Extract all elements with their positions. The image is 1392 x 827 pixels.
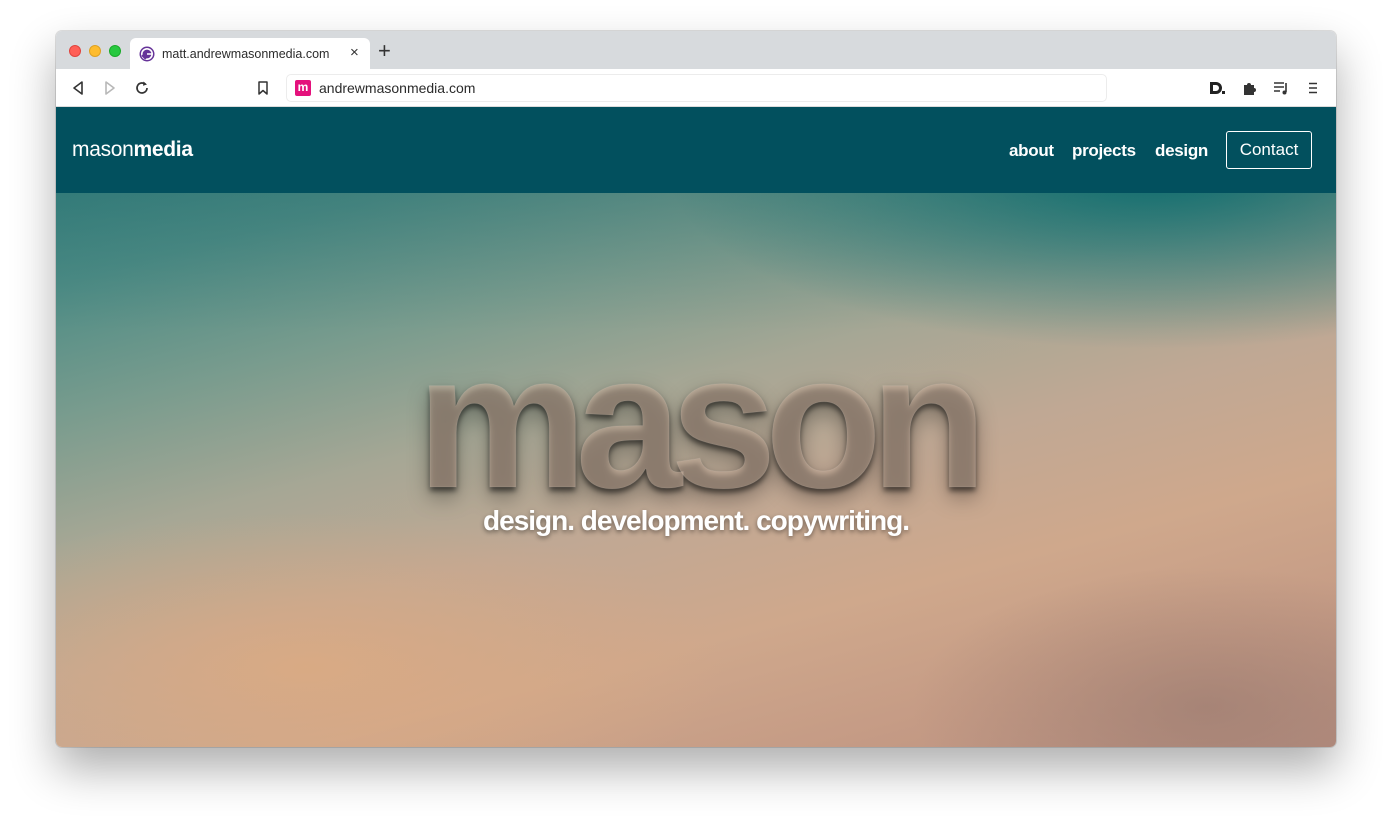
- media-queue-icon[interactable]: [1272, 79, 1290, 97]
- browser-window: matt.andrewmasonmedia.com × + m andrewma…: [56, 31, 1336, 747]
- puzzle-icon[interactable]: [1241, 79, 1259, 97]
- minimize-window-button[interactable]: [89, 45, 101, 57]
- browser-toolbar: m andrewmasonmedia.com: [56, 69, 1336, 107]
- tab-close-icon[interactable]: ×: [350, 45, 359, 61]
- nav-link-projects[interactable]: projects: [1072, 141, 1136, 161]
- page-viewport: masonmedia about projects design Contact…: [56, 107, 1336, 747]
- address-bar[interactable]: m andrewmasonmedia.com: [286, 74, 1107, 102]
- gatsby-icon: [139, 46, 155, 62]
- logo-text-bold: media: [133, 138, 194, 161]
- tab-strip: matt.andrewmasonmedia.com × +: [56, 31, 1336, 69]
- maximize-window-button[interactable]: [109, 45, 121, 57]
- forward-icon[interactable]: [101, 79, 119, 97]
- back-icon[interactable]: [69, 79, 87, 97]
- reload-icon[interactable]: [133, 79, 151, 97]
- logo-text-light: mason: [72, 138, 134, 161]
- close-window-button[interactable]: [69, 45, 81, 57]
- tab-title: matt.andrewmasonmedia.com: [162, 47, 330, 61]
- site-navbar: masonmedia about projects design Contact: [56, 107, 1336, 193]
- new-tab-button[interactable]: +: [378, 40, 391, 62]
- hero-headline: mason: [416, 313, 988, 528]
- contact-button[interactable]: Contact: [1226, 131, 1312, 169]
- browser-tab[interactable]: matt.andrewmasonmedia.com ×: [130, 38, 370, 69]
- site-logo[interactable]: masonmedia: [72, 138, 193, 162]
- site-favicon-icon: m: [295, 80, 311, 96]
- nav-link-about[interactable]: about: [1009, 141, 1054, 161]
- bookmark-icon[interactable]: [254, 79, 272, 97]
- extension-d-icon[interactable]: [1208, 79, 1226, 97]
- nav-link-design[interactable]: design: [1155, 141, 1208, 161]
- menu-icon[interactable]: [1304, 79, 1322, 97]
- url-text[interactable]: andrewmasonmedia.com: [319, 80, 475, 96]
- hero-tagline: design. development. copywriting.: [483, 505, 910, 536]
